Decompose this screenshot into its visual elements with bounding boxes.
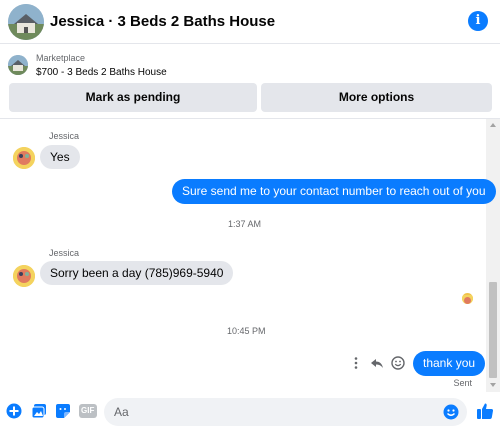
thumbs-up-icon[interactable]: [476, 402, 494, 420]
jessica-avatar[interactable]: [13, 265, 35, 287]
more-actions-icon[interactable]: [349, 356, 363, 370]
photo-icon[interactable]: [31, 403, 47, 419]
gif-icon[interactable]: GIF: [79, 403, 97, 419]
emoji-icon[interactable]: [443, 404, 459, 420]
conversation-title[interactable]: Jessica · 3 Beds 2 Baths House: [50, 13, 275, 30]
incoming-message[interactable]: Yes: [40, 145, 80, 169]
info-icon[interactable]: i: [468, 11, 488, 31]
plus-icon[interactable]: [6, 403, 22, 419]
gif-label: GIF: [81, 406, 95, 415]
conversation-header: Jessica · 3 Beds 2 Baths House i: [0, 0, 500, 44]
header-divider: [0, 118, 500, 119]
mark-as-pending-button[interactable]: Mark as pending: [9, 83, 257, 112]
message-timestamp: 1:37 AM: [228, 219, 262, 229]
seen-avatar-icon: [462, 293, 473, 304]
message-input-placeholder: Aa: [114, 405, 129, 419]
sender-name: Jessica: [49, 131, 80, 141]
message-timestamp: 10:45 PM: [227, 326, 266, 336]
marketplace-label: Marketplace: [36, 53, 86, 63]
listing-mini-thumbnail[interactable]: [8, 55, 28, 75]
message-composer: GIF Aa: [0, 392, 500, 432]
sender-name: Jessica: [49, 248, 80, 258]
listing-price-title[interactable]: $700 - 3 Beds 2 Baths House: [36, 67, 167, 78]
more-options-button[interactable]: More options: [261, 83, 492, 112]
scroll-up-arrow-icon[interactable]: [490, 123, 496, 127]
outgoing-message[interactable]: thank you: [413, 351, 486, 376]
scrollbar-thumb[interactable]: [489, 282, 497, 378]
jessica-avatar[interactable]: [13, 147, 35, 169]
marketplace-panel: Marketplace $700 - 3 Beds 2 Baths House …: [0, 45, 500, 118]
sticker-icon[interactable]: [55, 403, 71, 419]
outgoing-message[interactable]: Sure send me to your contact number to r…: [172, 179, 496, 204]
reply-icon[interactable]: [370, 356, 384, 370]
message-input[interactable]: Aa: [104, 398, 467, 426]
scroll-down-arrow-icon[interactable]: [490, 383, 496, 387]
incoming-message[interactable]: Sorry been a day (785)969-5940: [40, 261, 234, 285]
react-emoji-icon[interactable]: [391, 356, 405, 370]
listing-thumbnail[interactable]: [8, 4, 44, 40]
message-status: Sent: [453, 378, 472, 388]
